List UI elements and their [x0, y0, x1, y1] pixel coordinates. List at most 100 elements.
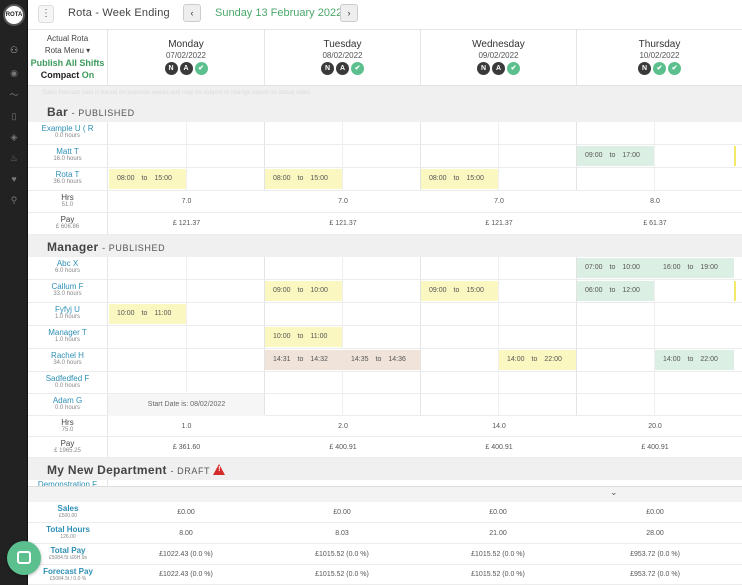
publish-all-shifts-button[interactable]: Publish All Shifts [28, 57, 107, 69]
shift-block[interactable]: 07:00 to 10:00 [577, 258, 655, 278]
app-logo[interactable]: ROTA [3, 4, 25, 26]
tag-icon[interactable]: ◈ [7, 131, 21, 143]
summary-value: £1015.52 (0.0 %) [315, 551, 369, 558]
staff-name-cell[interactable]: Sadfedfed F 0.0 hours [28, 372, 108, 393]
staff-row: Callum F 33.0 hours 09:00 to 10:00 09:00 to 1… [28, 280, 742, 303]
staff-row: Manager T 1.0 hours 10:00 to 11:00 [28, 326, 742, 349]
staff-name[interactable]: Sadfedfed F [28, 374, 107, 383]
compact-toggle[interactable]: Compact On [28, 69, 107, 81]
summary-label: Sales [57, 504, 79, 513]
shift-block[interactable]: 08:00 to 15:00 [109, 169, 187, 189]
notes-icon[interactable]: N [164, 62, 178, 75]
staff-row: Rachel H 34.0 hours 14:31 to 14:32 14:35 to 1… [28, 349, 742, 372]
notes-icon[interactable]: N [638, 62, 651, 75]
chart-icon[interactable]: 〜 [7, 89, 21, 101]
hours-label: Hrs [61, 193, 74, 202]
summary-row-sales: Sales £500.00 £0.00 £0.00 £0.00 £0.00 [28, 502, 742, 523]
staff-name[interactable]: Matt T [28, 147, 107, 156]
section-header-manager[interactable]: Manager - PUBLISHED [28, 235, 742, 257]
shift-block[interactable]: 16:00 to 19:00 [655, 258, 734, 278]
staff-hours: 1.0 hours [54, 337, 81, 343]
summary-toggle-bar[interactable]: ⌄ [28, 486, 742, 502]
menu-kebab-icon[interactable]: ⋮ [38, 5, 54, 23]
staff-name-cell[interactable]: Abc X 6.0 hours [28, 257, 108, 279]
staff-name[interactable]: Fyfyj U [28, 305, 107, 314]
summary-value: £0.00 [177, 509, 195, 516]
staff-name-cell[interactable]: Callum F 33.0 hours [28, 280, 108, 302]
shift-block[interactable]: 14:00 to 22:00 [499, 350, 577, 370]
staff-name[interactable]: Rachel H [28, 351, 107, 360]
user-icon[interactable]: ⚇ [7, 44, 21, 56]
next-week-button[interactable]: › [340, 4, 358, 22]
actual-rota-label: Actual Rota [46, 34, 89, 43]
rota-menu-dropdown[interactable]: Rota Menu ▾ [28, 45, 107, 57]
heart-icon[interactable]: ♥ [7, 173, 21, 185]
staff-name-cell[interactable]: Rota T 36.0 hours [28, 168, 108, 190]
hours-total-row: Hrs 51.0 7.0 7.0 7.0 8.0 [28, 191, 742, 213]
publish-icon[interactable]: ✔ [351, 62, 364, 75]
shift-block[interactable]: 09:00 to 17:00 [577, 146, 655, 166]
previous-week-button[interactable]: ‹ [183, 4, 201, 22]
publish-icon[interactable]: ✔ [668, 62, 681, 75]
book-icon[interactable]: ▯ [7, 110, 21, 122]
staff-name-cell[interactable]: Example U ( R 0.0 hours [28, 122, 108, 144]
summary-value: £1022.43 (0.0 %) [159, 571, 213, 578]
notes-icon[interactable]: N [477, 62, 490, 75]
pay-label: Pay [60, 215, 75, 224]
section-title: My New Department [47, 463, 167, 477]
staff-name[interactable]: Rota T [28, 170, 107, 179]
staff-name-cell[interactable]: Rachel H 34.0 hours [28, 349, 108, 371]
publish-icon[interactable]: ✔ [194, 62, 208, 75]
staff-name[interactable]: Example U ( R [28, 124, 107, 133]
staff-name[interactable]: Manager T [28, 328, 107, 337]
pin-icon[interactable]: ⚲ [7, 194, 21, 206]
staff-name-cell[interactable]: Adam G 0.0 hours [28, 394, 108, 415]
chevron-down-icon[interactable]: ⌄ [610, 487, 618, 498]
shift-block[interactable]: 06:00 to 12:00 [577, 281, 655, 301]
staff-name[interactable]: Adam G [28, 396, 107, 405]
shift-block[interactable]: 08:00 to 15:00 [265, 169, 343, 189]
shift-block[interactable]: 08:00 to 15:00 [421, 169, 499, 189]
day-pay-total: £ 361.60 [172, 444, 201, 451]
staff-row: Matt T 16.0 hours 09:00 to 17:00 [28, 145, 742, 168]
summary-value: £953.72 (0.0 %) [630, 571, 680, 578]
eye-icon[interactable]: ◉ [7, 67, 21, 79]
availability-icon[interactable]: A [336, 62, 349, 75]
summary-sub: 126.00 [60, 534, 76, 540]
staff-hours: 34.0 hours [53, 360, 82, 366]
staff-name-cell[interactable]: Fyfyj U 1.0 hours [28, 303, 108, 325]
staff-hours: 16.0 hours [53, 156, 82, 162]
check-icon[interactable]: ✔ [653, 62, 666, 75]
day-hours-total: 2.0 [338, 423, 348, 430]
shift-block[interactable]: 10:00 to 11:00 [265, 327, 343, 347]
compact-state: On [81, 70, 95, 80]
shift-block[interactable]: 10:00 to 11:00 [109, 304, 187, 324]
availability-icon[interactable]: A [179, 62, 193, 75]
day-hours-total: 1.0 [181, 423, 192, 430]
hours-total: 75.0 [61, 427, 74, 433]
staff-name[interactable]: Abc X [28, 259, 107, 268]
availability-icon[interactable]: A [492, 62, 505, 75]
shift-block[interactable]: 14:35 to 14:36 [343, 350, 421, 370]
day-date: 10/02/2022 [639, 51, 680, 60]
fire-icon[interactable]: ♨ [7, 152, 21, 164]
publish-icon[interactable]: ✔ [507, 62, 520, 75]
shift-block[interactable]: 14:00 to 22:00 [655, 350, 734, 370]
staff-name-cell[interactable]: Manager T 1.0 hours [28, 326, 108, 348]
section-header-new-department[interactable]: My New Department - DRAFT! [28, 458, 742, 480]
staff-name[interactable]: Callum F [28, 282, 107, 291]
shift-block[interactable]: 09:00 to 15:00 [421, 281, 499, 301]
day-pay-total: £ 400.91 [641, 444, 669, 451]
chat-icon [17, 551, 31, 564]
shift-block[interactable]: 14:31 to 14:32 [265, 350, 343, 370]
summary-row-total-hours: Total Hours 126.00 8.00 8.03 21.00 28.00 [28, 523, 742, 544]
shift-block[interactable]: 09:00 to 10:00 [265, 281, 343, 301]
section-header-bar[interactable]: Bar - PUBLISHED [28, 100, 742, 122]
chat-support-button[interactable] [7, 541, 41, 575]
staff-hours: 6.0 hours [54, 268, 81, 274]
summary-sub: £500.00 [58, 513, 78, 519]
notes-icon[interactable]: N [321, 62, 334, 75]
staff-name-cell[interactable]: Matt T 16.0 hours [28, 145, 108, 167]
summary-value: 8.03 [335, 530, 349, 537]
staff-hours: 0.0 hours [54, 133, 81, 139]
